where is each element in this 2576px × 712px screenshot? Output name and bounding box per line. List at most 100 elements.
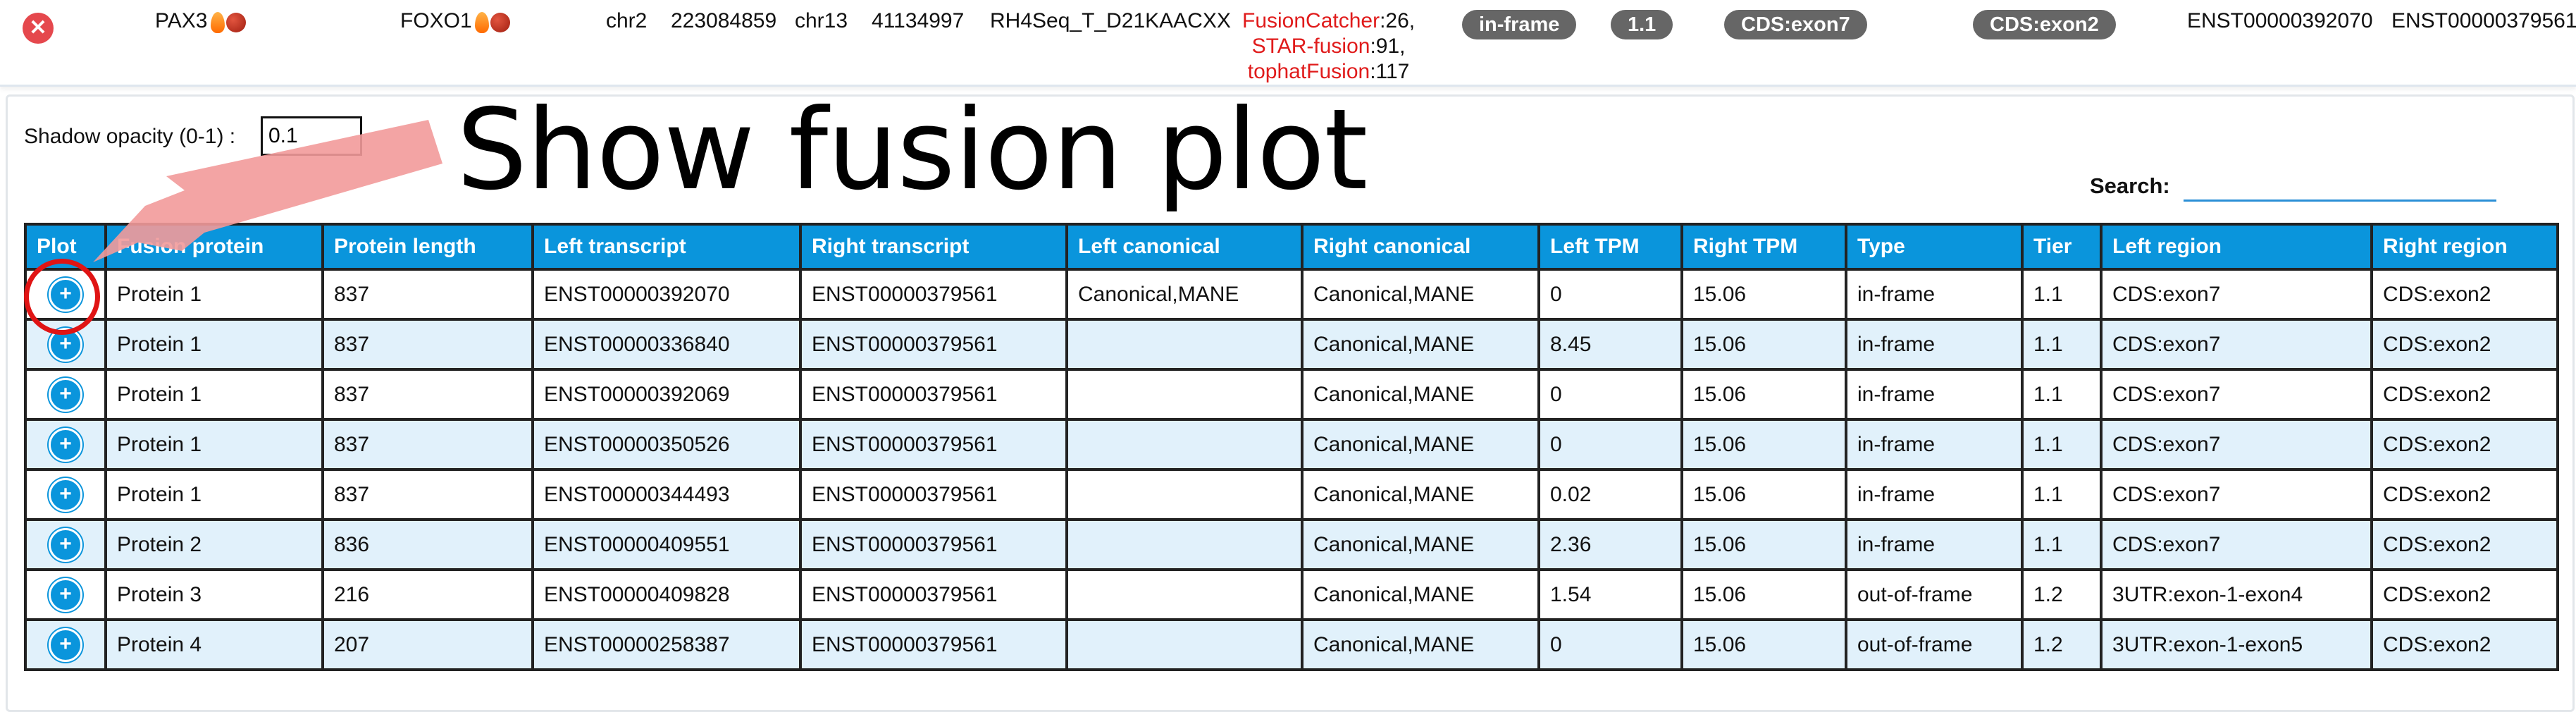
table-cell xyxy=(1065,568,1304,621)
table-row: + Protein 2 836 ENST00000409551 ENST00000379… xyxy=(24,518,2559,571)
close-icon[interactable]: ✕ xyxy=(23,13,54,44)
table-cell xyxy=(1065,368,1304,421)
shadow-opacity-label: Shadow opacity (0-1) : xyxy=(24,125,236,148)
tool-line: FusionCatcher:26, xyxy=(1242,8,1415,34)
detection-tools: FusionCatcher:26, STAR-fusion:91, tophat… xyxy=(1242,8,1415,85)
column-header[interactable]: Tier xyxy=(2021,223,2103,271)
table-cell: Canonical,MANE xyxy=(1301,368,1540,421)
table-cell: in-frame xyxy=(1845,268,2024,321)
plot-cell: + xyxy=(24,468,107,521)
column-header[interactable]: Right region xyxy=(2370,223,2559,271)
plus-circle-icon[interactable]: + xyxy=(49,577,82,612)
plot-cell: + xyxy=(24,418,107,471)
table-cell: ENST00000379561 xyxy=(799,618,1068,671)
table-cell: Canonical,MANE xyxy=(1301,318,1540,371)
table-cell: ENST00000379561 xyxy=(799,318,1068,371)
plus-circle-icon[interactable]: + xyxy=(49,377,82,412)
search-input[interactable] xyxy=(2184,166,2496,202)
table-cell xyxy=(1065,618,1304,671)
table-cell xyxy=(1065,318,1304,371)
table-cell: ENST00000392070 xyxy=(531,268,802,321)
column-header[interactable]: Right TPM xyxy=(1680,223,1847,271)
table-cell: ENST00000344493 xyxy=(531,468,802,521)
table-row: + Protein 1 837 ENST00000336840 ENST00000379… xyxy=(24,318,2559,371)
plus-circle-icon[interactable]: + xyxy=(49,477,82,512)
table-cell: 0 xyxy=(1537,368,1683,421)
red-ball-icon xyxy=(490,13,510,33)
table-cell: ENST00000379561 xyxy=(799,368,1068,421)
shadow-opacity-input[interactable] xyxy=(261,116,362,156)
column-header[interactable]: Right transcript xyxy=(799,223,1068,271)
table-cell: 15.06 xyxy=(1680,618,1847,671)
table-cell: 0 xyxy=(1537,618,1683,671)
column-header[interactable]: Protein length xyxy=(321,223,534,271)
table-cell: 1.54 xyxy=(1537,568,1683,621)
tool-line: STAR-fusion:91, xyxy=(1242,34,1415,59)
table-cell: Protein 1 xyxy=(104,268,324,321)
gene-right-name: FOXO1 xyxy=(400,9,472,32)
table-cell: 15.06 xyxy=(1680,368,1847,421)
plot-cell: + xyxy=(24,518,107,571)
table-cell: 0 xyxy=(1537,268,1683,321)
gene-right: FOXO1 xyxy=(400,8,510,35)
pos-left: 223084859 xyxy=(671,9,777,32)
table-cell: in-frame xyxy=(1845,418,2024,471)
table-cell: 837 xyxy=(321,418,534,471)
table-cell: Protein 4 xyxy=(104,618,324,671)
table-cell: ENST00000379561 xyxy=(799,268,1068,321)
table-cell: CDS:exon2 xyxy=(2370,618,2559,671)
column-header[interactable]: Right canonical xyxy=(1301,223,1540,271)
plus-circle-icon[interactable]: + xyxy=(49,627,82,662)
column-header[interactable]: Fusion protein xyxy=(104,223,324,271)
table-cell: 837 xyxy=(321,368,534,421)
left-region-badge: CDS:exon7 xyxy=(1724,10,1867,39)
table-cell: Protein 3 xyxy=(104,568,324,621)
table-cell: 1.1 xyxy=(2021,318,2103,371)
plus-circle-icon[interactable]: + xyxy=(49,527,82,562)
table-cell: 3UTR:exon-1-exon4 xyxy=(2100,568,2373,621)
plus-circle-icon[interactable]: + xyxy=(49,277,82,312)
table-cell: 1.2 xyxy=(2021,568,2103,621)
table-cell: 1.2 xyxy=(2021,618,2103,671)
red-ball-icon xyxy=(225,13,246,33)
table-cell: in-frame xyxy=(1845,368,2024,421)
table-cell: in-frame xyxy=(1845,318,2024,371)
table-cell: 1.1 xyxy=(2021,468,2103,521)
table-cell: CDS:exon2 xyxy=(2370,518,2559,571)
column-header[interactable]: Plot xyxy=(24,223,107,271)
table-cell: ENST00000379561 xyxy=(799,468,1068,521)
table-cell: ENST00000409828 xyxy=(531,568,802,621)
table-cell: 216 xyxy=(321,568,534,621)
plus-circle-icon[interactable]: + xyxy=(49,427,82,462)
table-cell: ENST00000379561 xyxy=(799,518,1068,571)
plus-circle-icon[interactable]: + xyxy=(49,327,82,362)
table-cell: Canonical,MANE xyxy=(1301,618,1540,671)
table-row: + Protein 1 837 ENST00000350526 ENST00000379… xyxy=(24,418,2559,471)
table-row: + Protein 1 837 ENST00000344493 ENST00000379… xyxy=(24,468,2559,521)
frame-badge: in-frame xyxy=(1462,10,1577,39)
table-cell: Protein 1 xyxy=(104,468,324,521)
table-cell: 207 xyxy=(321,618,534,671)
column-header[interactable]: Type xyxy=(1845,223,2024,271)
table-cell: Protein 1 xyxy=(104,368,324,421)
table-cell: ENST00000379561 xyxy=(799,418,1068,471)
column-header[interactable]: Left transcript xyxy=(531,223,802,271)
table-cell: CDS:exon7 xyxy=(2100,268,2373,321)
table-cell: 15.06 xyxy=(1680,418,1847,471)
fire-icon xyxy=(474,12,489,34)
table-cell: CDS:exon7 xyxy=(2100,368,2373,421)
table-cell: ENST00000392069 xyxy=(531,368,802,421)
table-cell: ENST00000336840 xyxy=(531,318,802,371)
column-header[interactable]: Left TPM xyxy=(1537,223,1683,271)
annotation-title: Show fusion plot xyxy=(457,85,1368,215)
column-header[interactable]: Left canonical xyxy=(1065,223,1304,271)
table-cell: ENST00000350526 xyxy=(531,418,802,471)
column-header[interactable]: Left region xyxy=(2100,223,2373,271)
table-cell: 15.06 xyxy=(1680,268,1847,321)
table-cell: Canonical,MANE xyxy=(1301,268,1540,321)
table-cell: CDS:exon2 xyxy=(2370,568,2559,621)
table-cell: 15.06 xyxy=(1680,468,1847,521)
table-cell: ENST00000409551 xyxy=(531,518,802,571)
table-cell: CDS:exon7 xyxy=(2100,468,2373,521)
table-cell: CDS:exon7 xyxy=(2100,318,2373,371)
